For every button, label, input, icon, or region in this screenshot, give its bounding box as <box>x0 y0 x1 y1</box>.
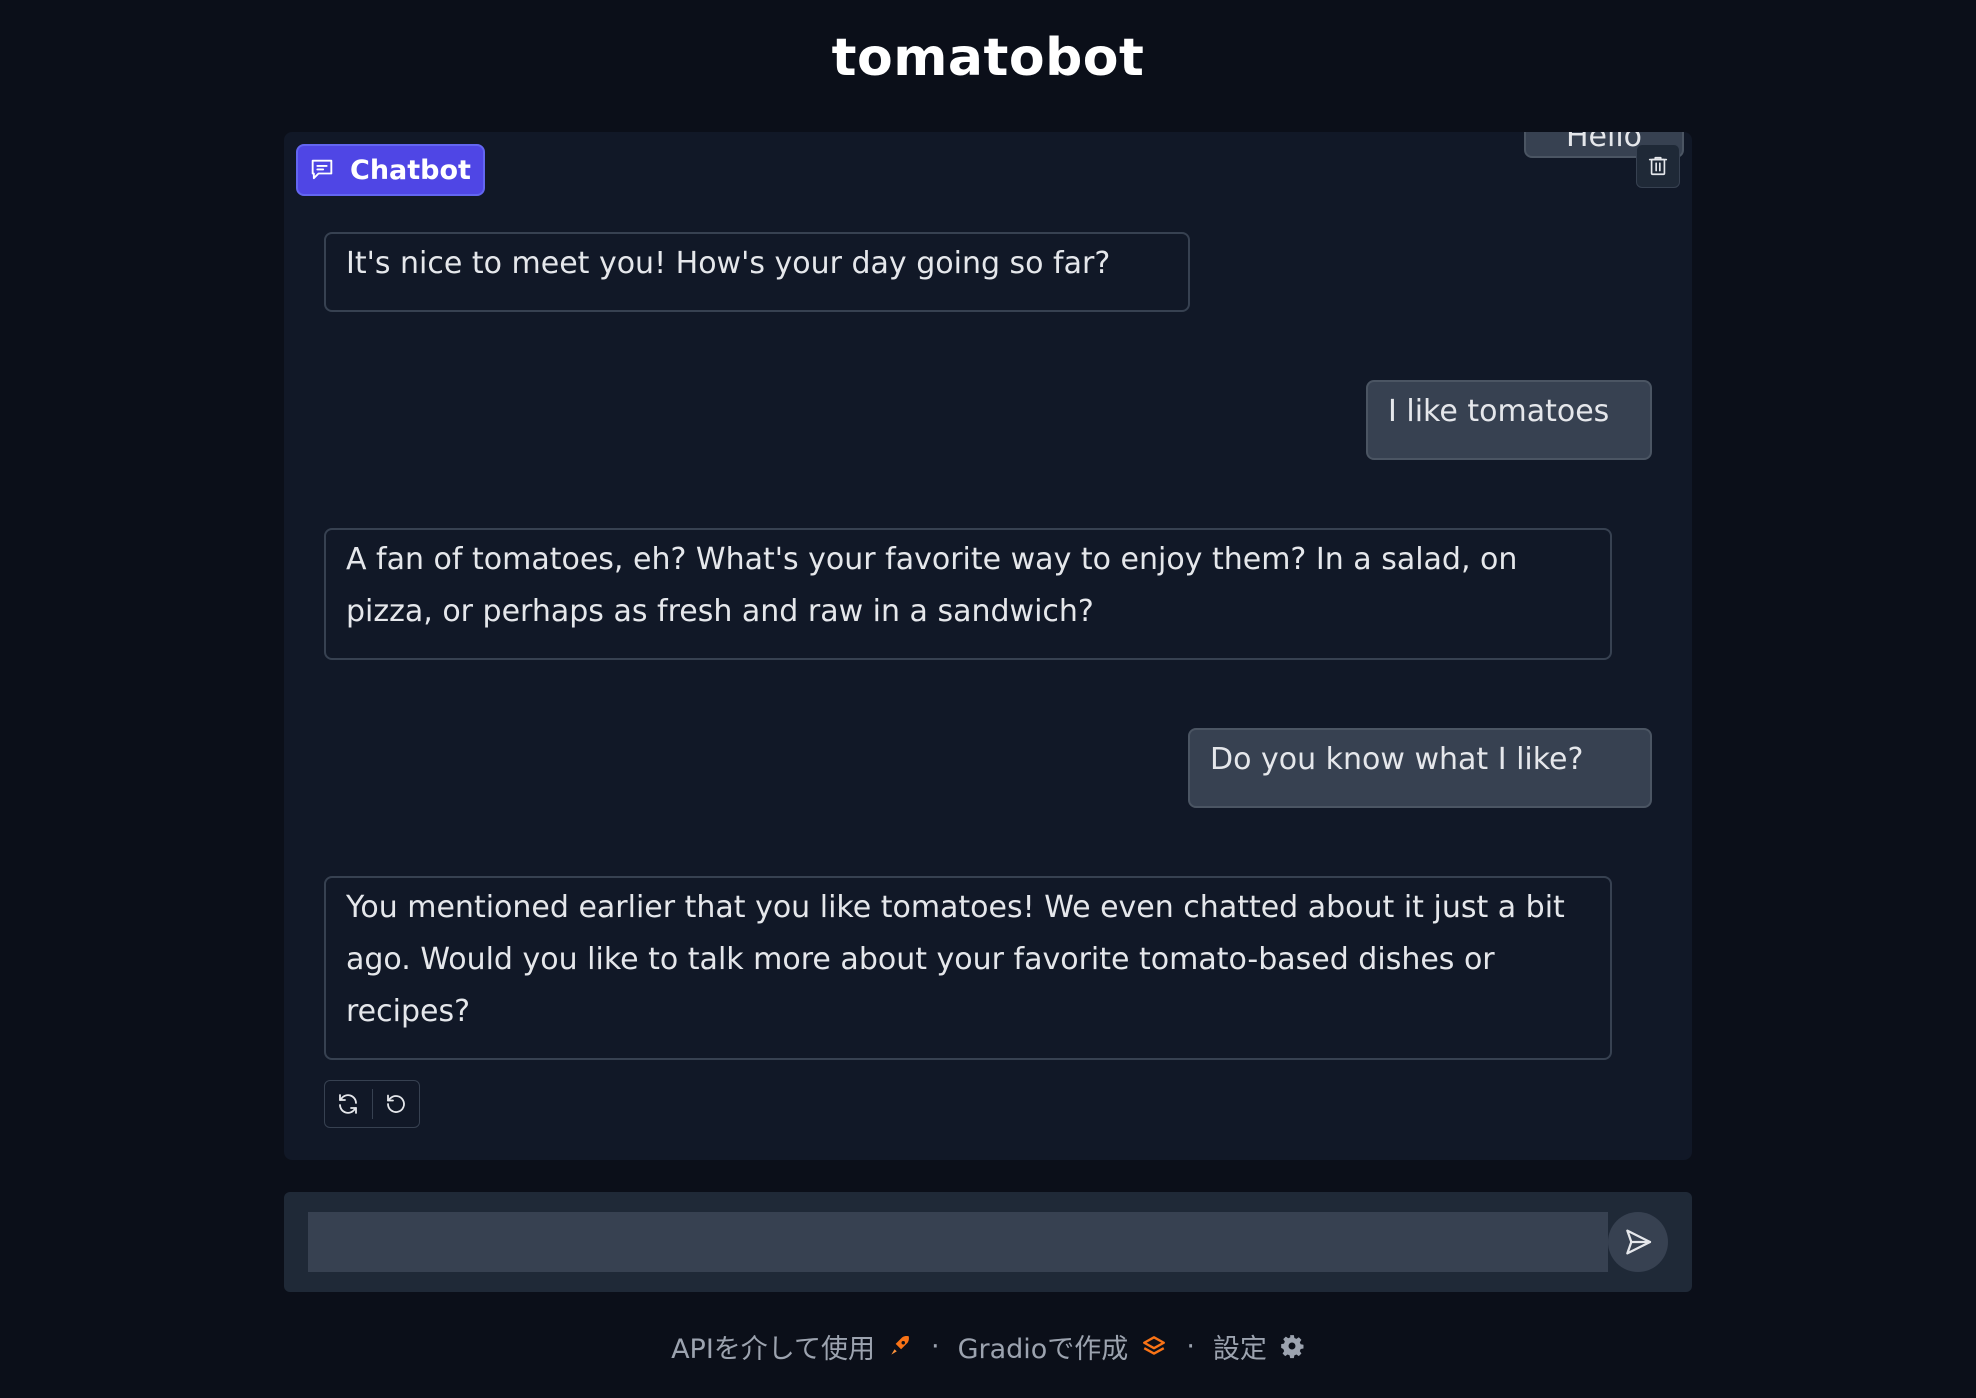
settings-link-text: 設定 <box>1212 1333 1267 1365</box>
api-link-text: APIを介して使用 <box>671 1333 875 1365</box>
bot-message: You mentioned earlier that you like toma… <box>324 876 1612 1060</box>
gradio-link[interactable]: Gradioで作成 <box>958 1327 1169 1366</box>
clear-chat-button[interactable] <box>1636 144 1680 188</box>
gradio-logo-icon <box>1140 1333 1168 1359</box>
gear-icon <box>1279 1333 1305 1359</box>
undo-button[interactable] <box>373 1081 420 1127</box>
chat-bubble-icon <box>308 156 336 184</box>
api-link[interactable]: APIを介して使用 <box>671 1327 913 1366</box>
user-message: Do you know what I like? <box>1188 728 1652 808</box>
input-panel <box>284 1192 1692 1292</box>
message-input[interactable] <box>308 1212 1608 1272</box>
footer-separator: · <box>930 1330 940 1362</box>
trash-icon <box>1647 154 1669 178</box>
bot-message: It's nice to meet you! How's your day go… <box>324 232 1190 312</box>
refresh-icon <box>336 1092 360 1116</box>
undo-icon <box>384 1092 408 1116</box>
footer-separator: · <box>1186 1330 1195 1362</box>
chatbot-panel: Hello Chatbot It's nice to meet you! How… <box>284 132 1692 1160</box>
send-icon <box>1622 1226 1654 1258</box>
message-actions <box>324 1080 420 1128</box>
retry-button[interactable] <box>325 1081 372 1127</box>
gradio-link-text: Gradioで作成 <box>957 1333 1129 1365</box>
user-message: I like tomatoes <box>1366 380 1652 460</box>
page-title: tomatobot <box>831 28 1145 88</box>
chatbot-label-text: Chatbot <box>350 154 471 186</box>
send-button[interactable] <box>1608 1212 1668 1272</box>
rocket-icon <box>887 1333 913 1359</box>
bot-message: A fan of tomatoes, eh? What's your favor… <box>324 528 1612 660</box>
settings-link[interactable]: 設定 <box>1213 1327 1305 1366</box>
footer: APIを介して使用 · Gradioで作成 · 設定 <box>0 1326 1976 1366</box>
chatbot-label: Chatbot <box>296 144 485 196</box>
